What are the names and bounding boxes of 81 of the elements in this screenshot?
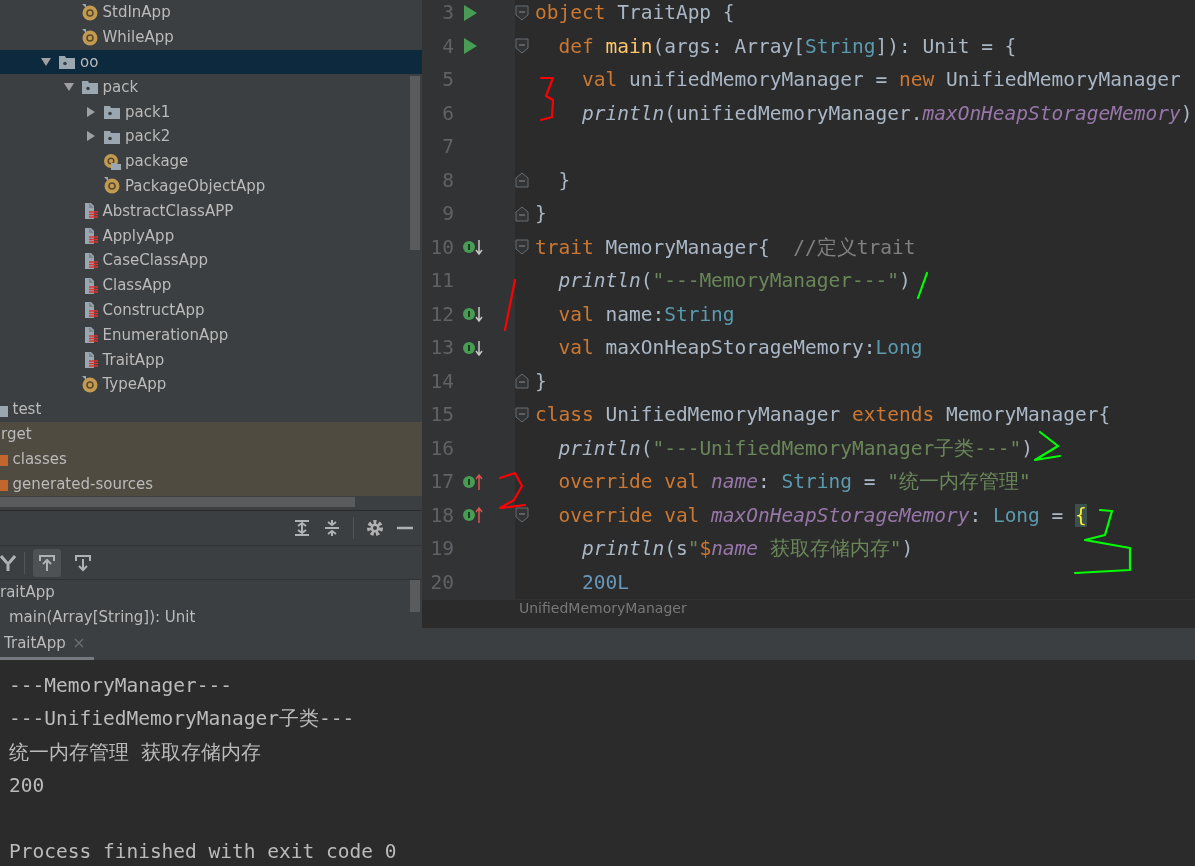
tab[interactable]: TraitApp [0,628,94,660]
run-icon[interactable] [462,3,478,22]
code-line: val unifiedMemoryManager = new UnifiedMemoryManager [580,68,1181,92]
code-line: } [557,168,571,192]
settings-icon[interactable] [366,519,384,537]
fold-icon[interactable] [515,406,529,423]
tree-item[interactable]: TypeApp [0,371,422,397]
tree-item[interactable]: pack [0,74,422,100]
fold-icon[interactable] [515,172,529,189]
code-line: } [534,202,547,226]
breadcrumb[interactable]: UnifiedMemoryManager [519,600,687,616]
scala-object-icon [80,374,99,394]
tree-item[interactable]: generated-sources [0,471,422,496]
package-object-icon [103,151,121,171]
interface-down-arrow-icon[interactable] [462,305,483,324]
tree-item[interactable]: TraitApp [0,347,422,372]
scrollbar[interactable] [0,497,355,507]
code-line: trait MemoryManager{ //定义trait [534,234,916,261]
interface-down-arrow-icon[interactable] [462,238,483,257]
scala-object-icon [103,176,121,196]
tree-item[interactable]: classes [0,446,422,472]
code-line: println(unifiedMemoryManager.maxOnHeapStorageMemory) [580,101,1193,125]
run-icon[interactable] [462,37,478,56]
code-line: 200L [580,570,629,594]
fold-icon[interactable] [515,507,529,524]
tree-item[interactable]: pack2 [0,124,422,149]
console-output: 200 [9,772,46,799]
interface-up-arrow-icon[interactable] [462,506,483,525]
scala-object-icon [80,2,99,22]
structure-item[interactable]: main(Array[String]): Unit [0,605,422,628]
collapse-all-icon[interactable] [323,519,341,537]
expand-arrow-icon[interactable] [85,105,97,118]
scala-object-icon [80,27,99,47]
fold-icon[interactable] [515,38,529,55]
scrollbar[interactable] [410,76,420,250]
expand-all-icon[interactable] [293,519,311,537]
arrow-down-icon [74,553,92,572]
tree-item[interactable]: PackageObjectApp [0,173,422,199]
tree-item[interactable]: ConstructApp [0,297,422,323]
interface-down-arrow-icon[interactable] [462,338,483,357]
tree-item[interactable]: oo [0,49,422,75]
tree-item[interactable]: CaseClassApp [0,247,422,273]
toggle-button[interactable] [33,548,61,577]
expand-arrow-icon[interactable] [85,130,97,143]
expand-arrow-icon[interactable] [62,80,75,93]
code-line: val name:String [557,302,735,326]
code-line: def main(args: Array[String]): Unit = { [557,34,1017,58]
code-line: } [534,369,547,393]
fold-icon[interactable] [515,373,529,390]
code-line: override val name: String = "统一内存管理" [557,469,1031,496]
tree-item[interactable]: test [0,396,422,422]
console-output: ---MemoryManager--- [9,673,234,699]
tree-item[interactable]: AbstractClassAPP [0,198,422,224]
close-icon[interactable] [73,637,84,648]
code-line: class UnifiedMemoryManager extends MemoryManager{ [534,403,1111,427]
tree-item[interactable]: ApplyApp [0,223,422,248]
arrow-up-icon [38,553,56,572]
code-line: println("---UnifiedMemoryManager子类---") [557,435,1033,462]
code-line: override val maxOnHeapStorageMemory: Long = { [557,503,1087,527]
tree-item[interactable]: WhileApp [0,24,422,50]
expand-arrow-icon[interactable] [40,56,52,68]
scrollbar[interactable] [410,580,420,612]
console-output: 统一内存管理 获取存储内存 [9,739,262,766]
branch-icon[interactable] [0,553,16,572]
code-line: object TraitApp { [534,1,735,25]
fold-icon[interactable] [515,205,529,222]
code-line: println("---MemoryManager---") [557,269,911,293]
tree-item[interactable]: rget [0,421,422,447]
tree-item[interactable]: EnumerationApp [0,322,422,348]
fold-icon[interactable] [515,4,529,21]
tree-item[interactable]: package [0,148,422,174]
console-output: ---UnifiedMemoryManager子类--- [9,706,356,733]
structure-item[interactable]: raitApp [0,580,422,605]
interface-up-arrow-icon[interactable] [462,472,483,491]
tree-item[interactable]: ClassApp [0,272,422,298]
code-line: val maxOnHeapStorageMemory:Long [557,336,923,360]
tree-item[interactable]: StdInApp [0,0,422,25]
tree-item[interactable]: pack1 [0,99,422,124]
code-line: println(s"$name 获取存储内存") [580,536,914,563]
fold-icon[interactable] [515,239,529,256]
exit-message: Process finished with exit code 0 [9,839,398,866]
